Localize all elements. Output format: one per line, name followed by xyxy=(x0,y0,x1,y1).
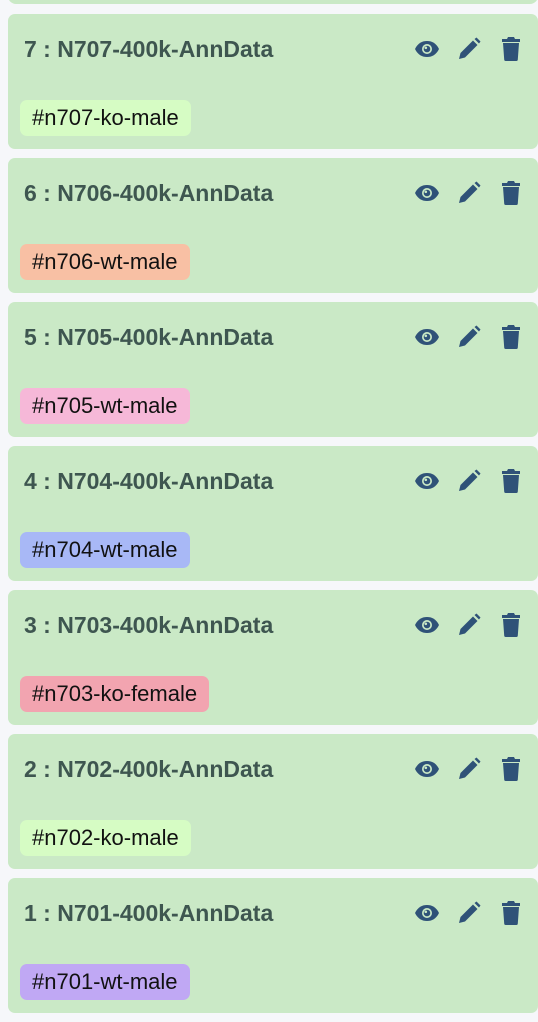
view-eye-icon[interactable] xyxy=(414,324,440,350)
delete-trash-icon[interactable] xyxy=(498,180,524,206)
dataset-card: 2 : N702-400k-AnnData #n702-ko-male xyxy=(8,734,538,869)
view-eye-icon[interactable] xyxy=(414,180,440,206)
view-eye-icon[interactable] xyxy=(414,900,440,926)
dataset-tag[interactable]: #n705-wt-male xyxy=(20,388,190,424)
edit-pencil-icon[interactable] xyxy=(456,756,482,782)
dataset-card: 7 : N707-400k-AnnData #n707-ko-male xyxy=(8,14,538,149)
previous-card xyxy=(8,0,538,4)
edit-pencil-icon[interactable] xyxy=(456,900,482,926)
dataset-card: 6 : N706-400k-AnnData #n706-wt-male xyxy=(8,158,538,293)
delete-trash-icon[interactable] xyxy=(498,756,524,782)
dataset-card: 3 : N703-400k-AnnData #n703-ko-female xyxy=(8,590,538,725)
dataset-list: 7 : N707-400k-AnnData #n707-ko-male 6 : … xyxy=(8,14,538,1022)
view-eye-icon[interactable] xyxy=(414,36,440,62)
dataset-card: 4 : N704-400k-AnnData #n704-wt-male xyxy=(8,446,538,581)
delete-trash-icon[interactable] xyxy=(498,612,524,638)
view-eye-icon[interactable] xyxy=(414,756,440,782)
dataset-tag[interactable]: #n701-wt-male xyxy=(20,964,190,1000)
dataset-title: 7 : N707-400k-AnnData xyxy=(24,36,274,62)
dataset-tag[interactable]: #n702-ko-male xyxy=(20,820,191,856)
view-eye-icon[interactable] xyxy=(414,612,440,638)
dataset-card: 5 : N705-400k-AnnData #n705-wt-male xyxy=(8,302,538,437)
dataset-tag[interactable]: #n706-wt-male xyxy=(20,244,190,280)
dataset-title: 1 : N701-400k-AnnData xyxy=(24,900,274,926)
dataset-title: 2 : N702-400k-AnnData xyxy=(24,756,274,782)
view-eye-icon[interactable] xyxy=(414,468,440,494)
dataset-tag[interactable]: #n704-wt-male xyxy=(20,532,190,568)
dataset-card: 1 : N701-400k-AnnData #n701-wt-male xyxy=(8,878,538,1013)
delete-trash-icon[interactable] xyxy=(498,36,524,62)
delete-trash-icon[interactable] xyxy=(498,900,524,926)
edit-pencil-icon[interactable] xyxy=(456,180,482,206)
edit-pencil-icon[interactable] xyxy=(456,468,482,494)
dataset-title: 4 : N704-400k-AnnData xyxy=(24,468,274,494)
delete-trash-icon[interactable] xyxy=(498,324,524,350)
dataset-title: 3 : N703-400k-AnnData xyxy=(24,612,274,638)
edit-pencil-icon[interactable] xyxy=(456,36,482,62)
edit-pencil-icon[interactable] xyxy=(456,612,482,638)
edit-pencil-icon[interactable] xyxy=(456,324,482,350)
delete-trash-icon[interactable] xyxy=(498,468,524,494)
dataset-title: 6 : N706-400k-AnnData xyxy=(24,180,274,206)
dataset-title: 5 : N705-400k-AnnData xyxy=(24,324,274,350)
dataset-tag[interactable]: #n703-ko-female xyxy=(20,676,210,712)
dataset-tag[interactable]: #n707-ko-male xyxy=(20,100,191,136)
